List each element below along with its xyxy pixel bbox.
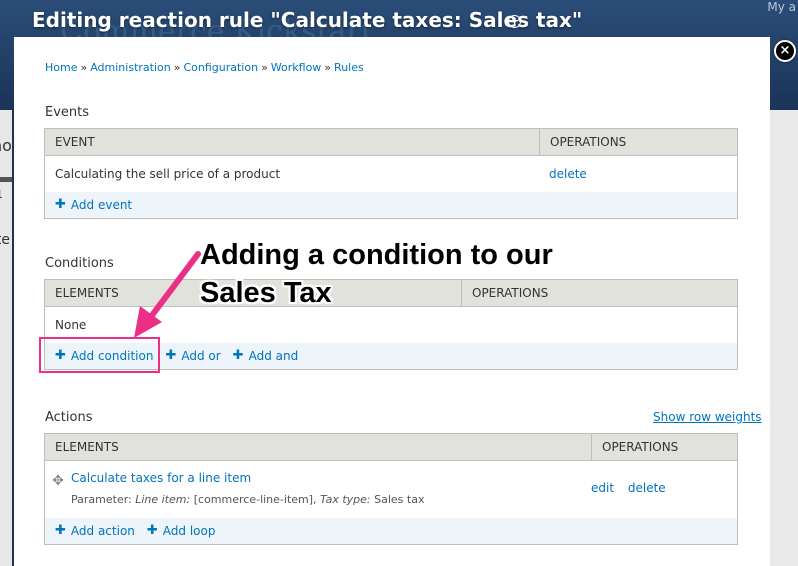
table-row: Calculating the sell price of a product … <box>45 156 737 192</box>
add-event-link[interactable]: ✚ Add event <box>55 198 132 212</box>
breadcrumb-separator: » <box>80 61 88 74</box>
annotation-text: Adding a condition to our Sales Tax <box>200 236 553 312</box>
add-loop-link[interactable]: ✚ Add loop <box>147 524 216 538</box>
breadcrumb-separator: » <box>324 61 332 74</box>
background-left-text: ite <box>0 232 10 248</box>
drag-handle-icon[interactable]: ✥ <box>45 471 71 489</box>
events-table-footer: ✚ Add event <box>45 192 737 218</box>
background-left-bar <box>0 177 12 182</box>
action-cell: Calculate taxes for a line item Paramete… <box>71 471 581 506</box>
breadcrumb-separator: » <box>261 61 268 74</box>
add-or-link[interactable]: ✚ Add or <box>165 349 220 363</box>
column-header-event: EVENT <box>55 135 95 149</box>
events-table: EVENT OPERATIONS Calculating the sell pr… <box>44 128 738 219</box>
breadcrumb-configuration[interactable]: Configuration <box>183 61 258 74</box>
conditions-empty-text: None <box>55 318 87 332</box>
overlay-title: Editing reaction rule "Calculate taxes: … <box>32 8 583 32</box>
action-delete-link[interactable]: delete <box>628 481 666 495</box>
close-icon[interactable]: × <box>774 40 796 62</box>
background-right-strip <box>770 110 798 566</box>
table-row: ✥ Calculate taxes for a line item Parame… <box>45 461 737 518</box>
plus-icon: ✚ <box>165 348 177 363</box>
param-prefix: Parameter: <box>71 493 132 506</box>
breadcrumb-rules[interactable]: Rules <box>334 61 364 74</box>
annotation-line-2: Sales Tax <box>200 277 332 309</box>
plus-icon: ✚ <box>146 523 158 538</box>
event-delete-link[interactable]: delete <box>549 167 587 181</box>
actions-table-footer: ✚ Add action ✚ Add loop <box>45 518 737 544</box>
breadcrumb: Home» Administration» Configuration» Workfl… <box>45 61 364 74</box>
add-and-link[interactable]: ✚ Add and <box>233 349 299 363</box>
breadcrumb-administration[interactable]: Administration <box>90 61 171 74</box>
actions-table: ELEMENTS OPERATIONS ✥ Calculate taxes fo… <box>44 433 738 545</box>
annotation-line-1: Adding a condition to our <box>200 239 553 271</box>
annotation-arrow-icon <box>134 251 201 338</box>
background-left-text: ho <box>0 136 12 155</box>
action-operations: edit delete <box>581 471 666 495</box>
action-title-link[interactable]: Calculate taxes for a line item <box>71 471 251 485</box>
param-line-item-label: Line item: <box>135 493 191 506</box>
actions-table-header: ELEMENTS OPERATIONS <box>45 434 737 461</box>
add-and-label: Add and <box>248 349 299 363</box>
plus-icon: ✚ <box>55 523 66 538</box>
breadcrumb-workflow[interactable]: Workflow <box>271 61 322 74</box>
param-tax-type-label: Tax type: <box>320 493 371 506</box>
conditions-section-title: Conditions <box>45 256 114 271</box>
plus-icon: ✚ <box>55 197 66 212</box>
column-header-operations: OPERATIONS <box>591 434 737 460</box>
add-action-label: Add action <box>70 524 135 538</box>
action-parameters: Parameter: Line item: [commerce-line-ite… <box>71 493 581 506</box>
add-loop-label: Add loop <box>162 524 216 538</box>
column-header-elements: ELEMENTS <box>55 440 119 454</box>
event-name: Calculating the sell price of a product <box>55 167 281 181</box>
events-table-header: EVENT OPERATIONS <box>45 129 737 156</box>
add-event-label: Add event <box>70 198 133 212</box>
column-header-operations: OPERATIONS <box>539 129 737 155</box>
plus-icon: ✚ <box>232 348 244 363</box>
action-edit-link[interactable]: edit <box>591 481 614 495</box>
param-tax-type-value: Sales tax <box>374 493 425 506</box>
background-left-text: 1 <box>0 188 3 201</box>
actions-section-title: Actions <box>45 410 93 425</box>
breadcrumb-separator: » <box>173 61 181 74</box>
add-or-label: Add or <box>181 349 221 363</box>
events-section-title: Events <box>45 105 90 120</box>
add-action-link[interactable]: ✚ Add action <box>55 524 135 538</box>
breadcrumb-home[interactable]: Home <box>45 61 77 74</box>
background-my-account-link[interactable]: My a <box>767 0 796 14</box>
param-line-item-value: [commerce-line-item], <box>193 493 317 506</box>
shortcut-toggle-icon[interactable]: + <box>508 15 521 28</box>
show-row-weights-link[interactable]: Show row weights <box>653 410 762 424</box>
